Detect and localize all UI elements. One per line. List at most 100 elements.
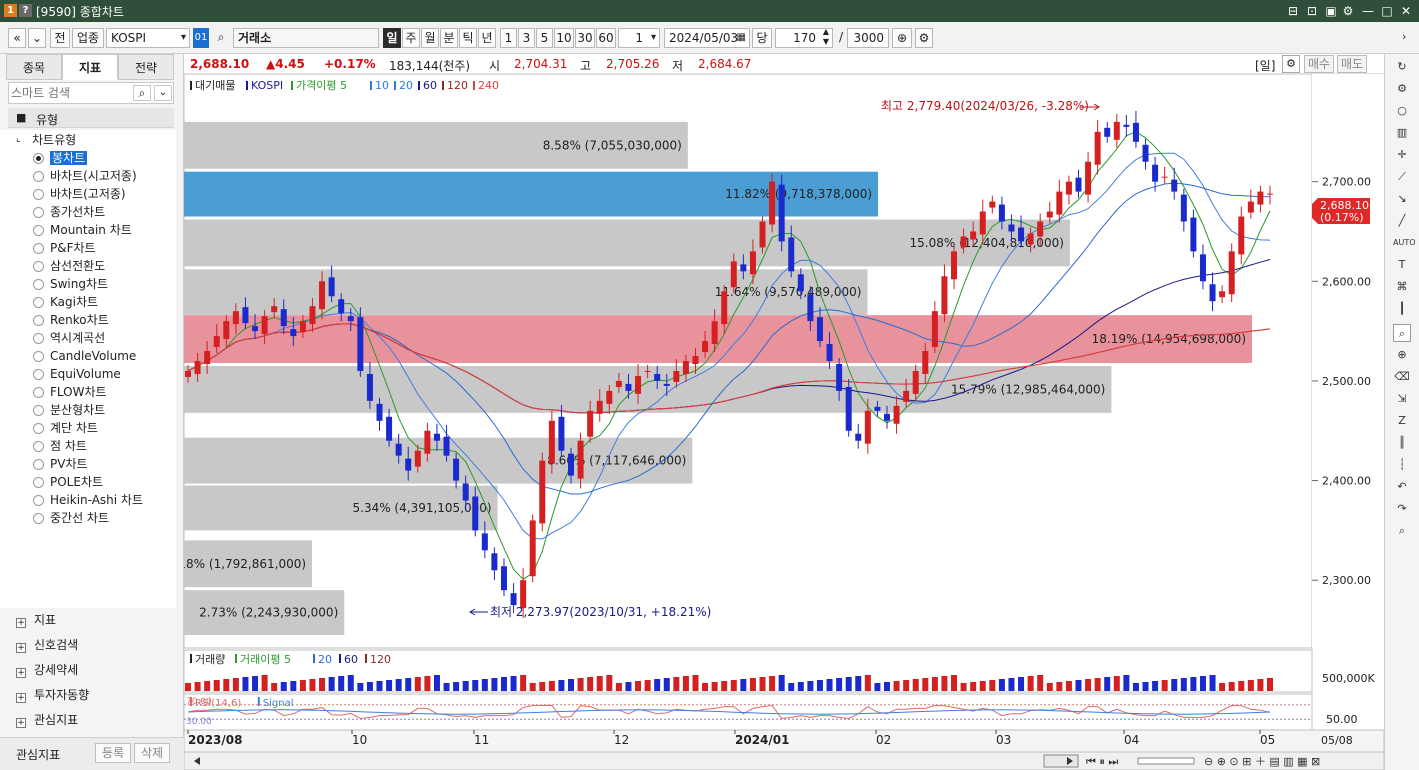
chart-type-item[interactable]: 중간선 차트 [50, 510, 109, 527]
link-icon[interactable]: ⊡ [1304, 3, 1320, 19]
section-indicator[interactable]: + 지표 [16, 610, 56, 630]
gear-icon[interactable]: ⚙ [915, 28, 933, 48]
period-month[interactable]: 월 [421, 28, 439, 48]
radio-icon[interactable] [33, 189, 44, 200]
sell-button[interactable]: 매도 [1337, 55, 1367, 73]
radio-icon[interactable] [33, 459, 44, 470]
code-input[interactable]: KOSPI ▾ [106, 28, 190, 48]
chart-type-item[interactable]: Swing차트 [50, 276, 108, 293]
search-icon[interactable]: ⌕ [133, 85, 151, 101]
line-icon[interactable]: ╱ [1393, 212, 1411, 230]
chart-type-item[interactable]: Kagi차트 [50, 294, 98, 311]
interval-30[interactable]: 30 [575, 28, 595, 48]
bar-chart-icon[interactable]: ▥ [1393, 124, 1411, 142]
eraser-icon[interactable]: ⌫ [1393, 368, 1411, 386]
radio-icon[interactable] [33, 369, 44, 380]
period-year[interactable]: 년 [478, 28, 496, 48]
search-icon[interactable]: ⌕ [212, 28, 230, 48]
interval-1[interactable]: 1 [500, 28, 517, 48]
interval-input[interactable]: 1 ▾ [618, 28, 660, 48]
section-investor[interactable]: + 투자자동향 [16, 685, 89, 705]
search-icon[interactable]: ⌕ [1393, 522, 1411, 540]
section-signal-search[interactable]: + 신호검색 [16, 635, 78, 655]
tab-stock[interactable]: 종목 [6, 54, 62, 80]
delete-button[interactable]: 삭제 [134, 743, 170, 763]
chart-type-item[interactable]: CandleVolume [50, 348, 136, 365]
chart-type-item[interactable]: POLE차트 [50, 474, 103, 491]
gear-icon[interactable]: ⚙ [1393, 80, 1411, 98]
auto-trend-icon[interactable]: AUTO [1393, 234, 1416, 252]
chart-type-item[interactable]: FLOW차트 [50, 384, 107, 401]
current-button[interactable]: 당 [752, 28, 772, 48]
price-chart[interactable]: 2.73% (2,243,930,000) 2.18% (1,792,861,00… [167, 73, 1385, 770]
scale-icon[interactable]: ⇲ [1393, 390, 1411, 408]
chart-type-item[interactable]: Renko차트 [50, 312, 109, 329]
radio-icon[interactable] [33, 261, 44, 272]
chart-type-item[interactable]: 바차트(고저종) [50, 186, 126, 203]
redo-icon[interactable]: ↷ [1393, 500, 1411, 518]
section-favorite[interactable]: + 관심지표 [16, 710, 78, 730]
period-day[interactable]: 일 [383, 28, 401, 48]
pattern-icon[interactable]: ⌘ [1393, 278, 1411, 296]
radio-icon[interactable] [33, 243, 44, 254]
period-tick[interactable]: 틱 [459, 28, 477, 48]
count-input[interactable]: 170 ▲ ▼ [775, 27, 833, 48]
date-input[interactable]: 2024/05/03 ▦ [664, 28, 750, 48]
speed-slider[interactable] [1137, 757, 1195, 765]
radio-icon[interactable] [33, 513, 44, 524]
refresh-icon[interactable]: ↻ [1393, 58, 1411, 76]
radio-icon[interactable] [33, 333, 44, 344]
chevron-right-icon[interactable]: › [1402, 30, 1406, 43]
tree-root[interactable]: 차트유형 [32, 132, 76, 149]
collapse-icon[interactable]: ⌞ [16, 133, 21, 144]
undo-icon[interactable]: ↶ [1393, 478, 1411, 496]
radio-icon[interactable] [33, 423, 44, 434]
chart-type-item[interactable]: 계단 차트 [50, 420, 98, 437]
window-number-badge[interactable]: 1 [4, 4, 17, 17]
maximize-button[interactable]: □ [1379, 3, 1395, 19]
layout-icon[interactable]: ⊟ [1285, 3, 1301, 19]
tab-strategy[interactable]: 전략 [118, 54, 174, 80]
tab-indicator[interactable]: 지표 [62, 54, 118, 80]
chart-type-item[interactable]: EquiVolume [50, 366, 121, 383]
radio-icon[interactable] [33, 387, 44, 398]
period-week[interactable]: 주 [402, 28, 420, 48]
zoom-in-icon[interactable]: ⊕ [1393, 346, 1411, 364]
settings-icon[interactable]: ⚙ [1340, 3, 1356, 19]
interval-60[interactable]: 60 [596, 28, 616, 48]
nav-prev-button[interactable]: « [8, 28, 26, 48]
chart-type-item[interactable]: 역시계곡선 [50, 330, 105, 347]
code-tag[interactable]: 01 [193, 28, 209, 48]
radio-icon[interactable] [33, 441, 44, 452]
expand-icon[interactable]: ⌄ [154, 85, 172, 101]
trend-line-icon[interactable]: ⟋ [1393, 168, 1411, 186]
radio-icon[interactable] [33, 477, 44, 488]
radio-icon[interactable] [33, 405, 44, 416]
interval-5[interactable]: 5 [536, 28, 553, 48]
sector-button[interactable]: 업종 [72, 28, 104, 48]
interval-3[interactable]: 3 [518, 28, 535, 48]
spinner-icon[interactable]: ▲ ▼ [823, 27, 829, 47]
radio-icon[interactable] [33, 171, 44, 182]
chart-type-item[interactable]: P&F차트 [50, 240, 96, 257]
period-minute[interactable]: 분 [440, 28, 458, 48]
chart-type-item[interactable]: Mountain 차트 [50, 222, 132, 239]
radio-icon[interactable] [33, 495, 44, 506]
radio-icon[interactable] [33, 153, 44, 164]
radio-icon[interactable] [33, 225, 44, 236]
minimize-button[interactable]: — [1360, 3, 1376, 19]
radio-icon[interactable] [33, 279, 44, 290]
zoom-icon[interactable]: ⊕ [892, 28, 912, 48]
radio-icon[interactable] [33, 315, 44, 326]
chart-type-item[interactable]: PV차트 [50, 456, 88, 473]
interval-10[interactable]: 10 [554, 28, 574, 48]
calendar-icon[interactable]: ▦ [737, 29, 746, 47]
max-count-input[interactable]: 3000 [847, 28, 889, 48]
chart-type-item[interactable]: 분산형차트 [50, 402, 105, 419]
chevron-down-icon[interactable]: ▾ [181, 29, 186, 47]
text-icon[interactable]: T [1393, 256, 1411, 274]
vertical-lines-icon[interactable]: ║ [1393, 434, 1411, 452]
help-badge[interactable]: ? [19, 4, 32, 17]
zigzag-icon[interactable]: Ζ [1393, 412, 1411, 430]
register-button[interactable]: 등록 [95, 743, 131, 763]
